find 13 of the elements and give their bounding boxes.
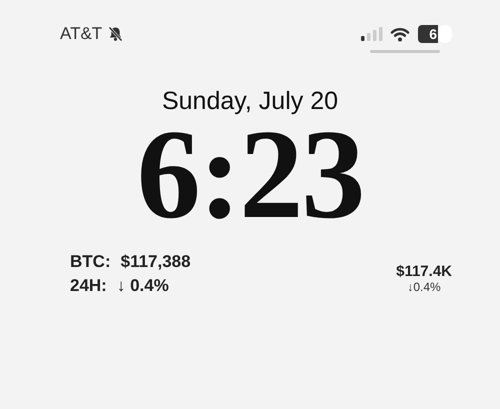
wifi-icon [390,26,410,42]
carrier-name: AT&T [60,24,102,44]
battery-indicator: 6 [418,25,438,43]
widget-label: BTC: [70,252,111,272]
change-text: ↓0.4% [407,280,441,294]
widget-label: 24H: [70,276,107,296]
price-text: $117.4K [396,262,452,280]
clock-time: 6:23 [136,114,364,234]
widget-value: ↓ 0.4% [116,276,169,296]
date-text: Sunday, July 20 [160,87,340,116]
signal-icon [361,27,383,41]
widget-value: $117,388 [120,252,191,272]
handle-bar [370,50,440,53]
